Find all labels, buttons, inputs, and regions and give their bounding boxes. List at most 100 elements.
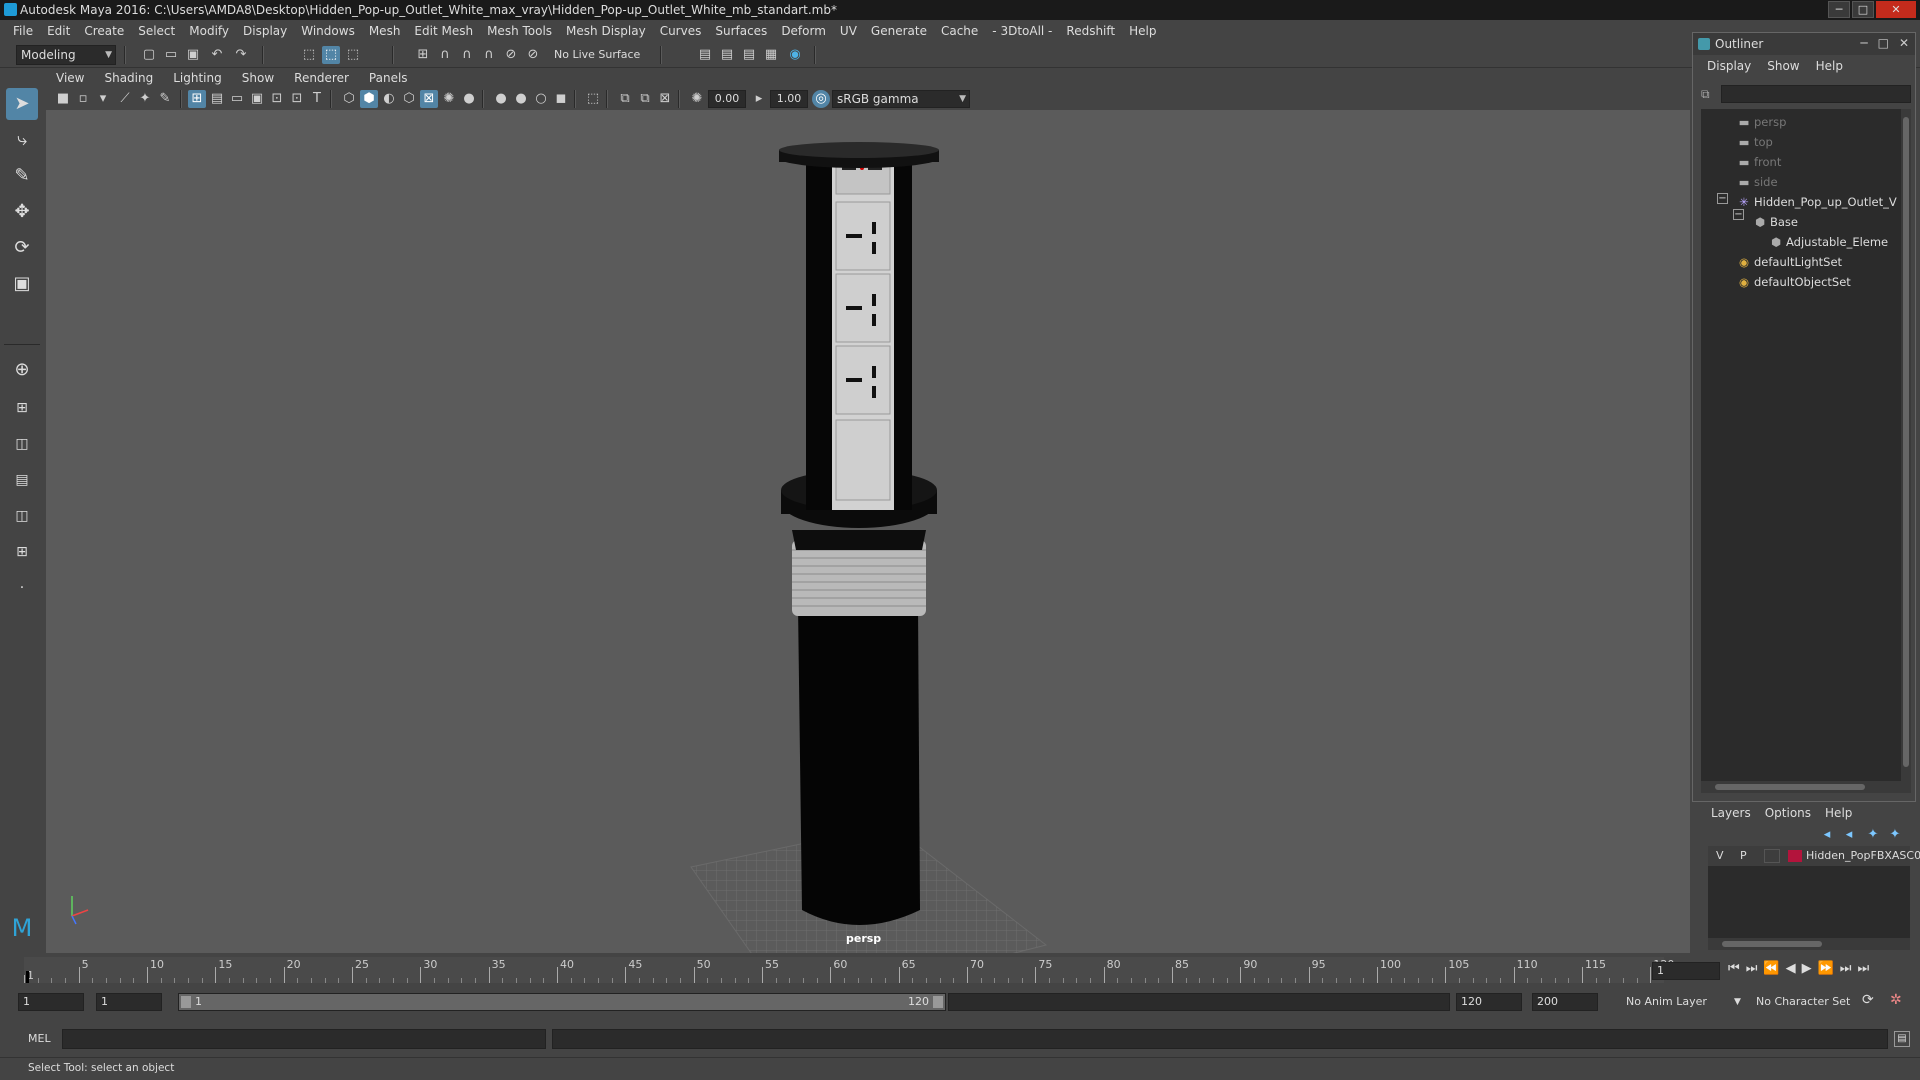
- safe-action-icon[interactable]: ⊡: [288, 90, 306, 108]
- field-chart-icon[interactable]: ⊡: [268, 90, 286, 108]
- viewport-menu-shading[interactable]: Shading: [94, 71, 163, 85]
- step-forward-frame-icon[interactable]: ⏩: [1818, 961, 1834, 976]
- film-gate-icon[interactable]: ▤: [208, 90, 226, 108]
- image-plane-icon[interactable]: ⟋: [116, 90, 134, 108]
- collapse-toggle[interactable]: −: [1733, 209, 1744, 220]
- snap-view-icon[interactable]: ∩: [480, 46, 498, 64]
- rotate-tool-icon[interactable]: ⟳: [6, 232, 38, 264]
- render-frame-icon[interactable]: ▤: [696, 46, 714, 64]
- play-forward-icon[interactable]: ▶: [1802, 961, 1812, 976]
- auto-key-icon[interactable]: ⟳: [1862, 991, 1874, 1009]
- menu-help[interactable]: Help: [1122, 24, 1163, 38]
- go-to-start-icon[interactable]: ⏮: [1728, 961, 1740, 976]
- viewport-menu-renderer[interactable]: Renderer: [284, 71, 359, 85]
- open-scene-icon[interactable]: ▭: [162, 46, 180, 64]
- paint-select-icon[interactable]: ✎: [6, 160, 38, 192]
- outliner-maximize-button[interactable]: □: [1878, 36, 1889, 50]
- character-set-dropdown[interactable]: No Character Set: [1756, 993, 1850, 1011]
- smooth-shade-icon[interactable]: ⬢: [360, 90, 378, 108]
- snap-surface-icon[interactable]: ⊘: [502, 46, 520, 64]
- new-layer-icon[interactable]: ✦: [1886, 826, 1904, 844]
- outliner-menu-help[interactable]: Help: [1808, 59, 1851, 73]
- snap-grid-icon[interactable]: ⊞: [414, 46, 432, 64]
- scale-tool-icon[interactable]: ▣: [6, 268, 38, 300]
- exposure-field[interactable]: 0.00: [708, 90, 746, 108]
- menu-generate[interactable]: Generate: [864, 24, 934, 38]
- new-scene-icon[interactable]: ▢: [140, 46, 158, 64]
- menu-edit-mesh[interactable]: Edit Mesh: [407, 24, 480, 38]
- range-start-handle[interactable]: [181, 996, 191, 1008]
- playback-end-field[interactable]: 120: [1456, 993, 1522, 1011]
- outliner-item[interactable]: ◉ defaultLightSet: [1737, 253, 1842, 271]
- layer-color-swatch[interactable]: [1788, 850, 1802, 862]
- step-back-key-icon[interactable]: ⏭: [1746, 961, 1758, 976]
- menuset-dropdown[interactable]: Modeling ▼: [16, 45, 116, 65]
- layer-type-toggle[interactable]: [1764, 849, 1780, 863]
- layout-four-view-icon[interactable]: ⊞: [6, 392, 38, 424]
- wireframe-on-shaded-icon[interactable]: ⬡: [400, 90, 418, 108]
- color-management-icon[interactable]: ◎: [812, 90, 830, 108]
- isolate-select-icon[interactable]: ⬚: [584, 90, 602, 108]
- outliner-horizontal-scrollbar[interactable]: [1701, 781, 1911, 793]
- layout-two-view-icon[interactable]: ◫: [6, 428, 38, 460]
- outliner-item[interactable]: ▬ top: [1737, 133, 1773, 151]
- menu-modify[interactable]: Modify: [182, 24, 236, 38]
- lasso-tool-icon[interactable]: ⤷: [6, 124, 38, 156]
- step-forward-key-icon[interactable]: ⏭: [1840, 961, 1852, 976]
- resolution-gate-icon[interactable]: ▭: [228, 90, 246, 108]
- range-slider-track-empty[interactable]: [948, 993, 1450, 1011]
- safe-title-icon[interactable]: T: [308, 90, 326, 108]
- render-settings-icon[interactable]: ▤: [740, 46, 758, 64]
- menu-surfaces[interactable]: Surfaces: [708, 24, 774, 38]
- select-hierarchy-icon[interactable]: ⬚: [300, 46, 318, 64]
- outliner-minimize-button[interactable]: ─: [1860, 36, 1867, 50]
- viewport-menu-lighting[interactable]: Lighting: [163, 71, 232, 85]
- grease-pencil-icon[interactable]: ✎: [156, 90, 174, 108]
- render-view-icon[interactable]: ◉: [786, 46, 804, 64]
- xray-icon[interactable]: ⧉: [616, 90, 634, 108]
- perspective-viewport[interactable]: persp: [46, 110, 1690, 953]
- layer-menu-options[interactable]: Options: [1758, 806, 1818, 820]
- screen-space-ao-icon[interactable]: ●: [492, 90, 510, 108]
- menu-mesh[interactable]: Mesh: [362, 24, 408, 38]
- menu-windows[interactable]: Windows: [294, 24, 362, 38]
- default-material-icon[interactable]: ◐: [380, 90, 398, 108]
- layout-persp-graph-icon[interactable]: ◫: [6, 500, 38, 532]
- menu-file[interactable]: File: [6, 24, 40, 38]
- move-layer-down-icon[interactable]: ◂: [1840, 826, 1858, 844]
- outliner-item[interactable]: ⬢ Adjustable_Eleme: [1769, 233, 1888, 251]
- gate-mask-icon[interactable]: ▣: [248, 90, 266, 108]
- range-slider[interactable]: 1 120: [178, 993, 946, 1011]
- hypershade-icon[interactable]: ▦: [762, 46, 780, 64]
- menu-redshift[interactable]: Redshift: [1059, 24, 1122, 38]
- outliner-menu-display[interactable]: Display: [1699, 59, 1759, 73]
- xray-joints-icon[interactable]: ⧉: [636, 90, 654, 108]
- animation-start-field[interactable]: 1: [18, 993, 84, 1011]
- current-frame-marker[interactable]: [26, 971, 29, 983]
- preferences-icon[interactable]: ✲: [1890, 991, 1902, 1009]
- layer-visibility-toggle[interactable]: V: [1716, 846, 1724, 866]
- select-component-icon[interactable]: ⬚: [344, 46, 362, 64]
- camera-select-icon[interactable]: ■: [54, 90, 72, 108]
- play-backward-icon[interactable]: ◀: [1786, 961, 1796, 976]
- select-tool-icon[interactable]: ➤: [6, 88, 38, 120]
- menu-display[interactable]: Display: [236, 24, 294, 38]
- menu-mesh-display[interactable]: Mesh Display: [559, 24, 653, 38]
- playback-start-field[interactable]: 1: [96, 993, 162, 1011]
- use-all-lights-icon[interactable]: ✺: [440, 90, 458, 108]
- show-manipulator-icon[interactable]: ⊕: [6, 354, 38, 386]
- ipr-render-icon[interactable]: ▤: [718, 46, 736, 64]
- layer-menu-help[interactable]: Help: [1818, 806, 1859, 820]
- menu-uv[interactable]: UV: [833, 24, 864, 38]
- anim-layer-dropdown[interactable]: No Anim Layer: [1626, 993, 1707, 1011]
- textured-icon[interactable]: ⊠: [420, 90, 438, 108]
- command-language-label[interactable]: MEL: [28, 1032, 51, 1045]
- animation-end-field[interactable]: 200: [1532, 993, 1598, 1011]
- outliner-close-button[interactable]: ✕: [1899, 36, 1909, 50]
- maximize-button[interactable]: □: [1852, 1, 1874, 18]
- motion-blur-icon[interactable]: ●: [512, 90, 530, 108]
- wireframe-icon[interactable]: ⬡: [340, 90, 358, 108]
- move-tool-icon[interactable]: ✥: [6, 196, 38, 228]
- minimize-button[interactable]: ─: [1828, 1, 1850, 18]
- undo-icon[interactable]: ↶: [208, 46, 226, 64]
